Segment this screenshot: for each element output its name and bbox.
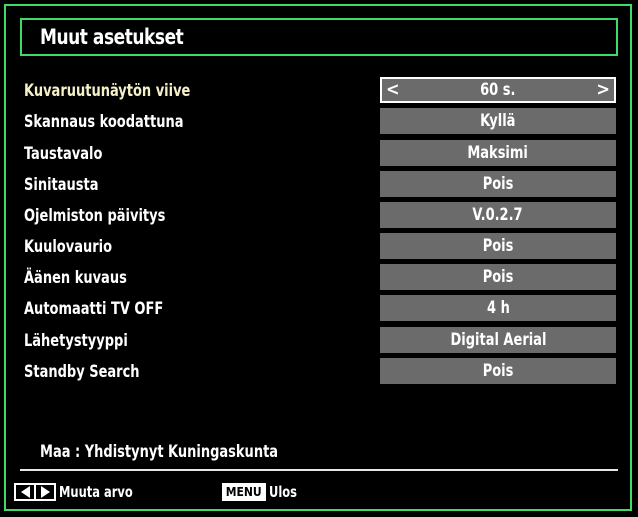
setting-label: Skannaus koodattuna	[24, 112, 184, 132]
setting-value-text: Digital Aerial	[450, 330, 546, 350]
setting-label: Kuvaruutunäytön viive	[24, 81, 191, 101]
setting-value-text: V.0.2.7	[472, 205, 524, 225]
setting-value[interactable]: Pois	[380, 358, 616, 384]
right-key-icon	[34, 483, 56, 501]
setting-value-text: 60 s.	[480, 80, 516, 100]
setting-label: Automaatti TV OFF	[24, 299, 164, 319]
setting-label: Sinitausta	[24, 175, 99, 195]
setting-row[interactable]: Skannaus koodattuna Kyllä	[0, 108, 638, 136]
setting-label: Lähetystyyppi	[24, 331, 128, 351]
setting-label: Äänen kuvaus	[24, 268, 127, 288]
setting-value-text: Pois	[482, 267, 514, 287]
setting-value[interactable]: Digital Aerial	[380, 327, 616, 353]
setting-value-text: 4 h	[486, 298, 510, 318]
setting-value[interactable]: Pois	[380, 171, 616, 197]
chevron-right-icon[interactable]: >	[596, 79, 610, 101]
change-value-hint: Muuta arvo	[59, 483, 133, 501]
left-key-icon	[14, 483, 36, 501]
setting-value-text: Maksimi	[467, 143, 529, 163]
exit-hint: Ulos	[268, 483, 297, 501]
setting-row[interactable]: Standby Search Pois	[0, 358, 638, 386]
setting-value-text: Pois	[482, 174, 514, 194]
setting-row[interactable]: Äänen kuvaus Pois	[0, 264, 638, 292]
setting-value[interactable]: Kyllä	[380, 108, 616, 134]
setting-label: Standby Search	[24, 362, 140, 382]
setting-value[interactable]: Pois	[380, 264, 616, 290]
setting-value-text: Kyllä	[480, 111, 516, 131]
setting-row[interactable]: Sinitausta Pois	[0, 171, 638, 199]
setting-label: Taustavalo	[24, 144, 103, 164]
setting-label: Kuulovaurio	[24, 237, 113, 257]
setting-row[interactable]: Taustavalo Maksimi	[0, 140, 638, 168]
setting-row[interactable]: Ojelmiston päivitys V.0.2.7	[0, 202, 638, 230]
setting-row[interactable]: Automaatti TV OFF 4 h	[0, 295, 638, 323]
setting-value[interactable]: V.0.2.7	[380, 202, 616, 228]
setting-label: Ojelmiston päivitys	[24, 206, 166, 226]
setting-row[interactable]: Lähetystyyppi Digital Aerial	[0, 327, 638, 355]
setting-value-text: Pois	[482, 361, 514, 381]
setting-row[interactable]: Kuvaruutunäytön viive < >60 s.	[0, 77, 638, 105]
title-bar: Muut asetukset	[20, 18, 618, 56]
setting-value[interactable]: 4 h	[380, 295, 616, 321]
setting-value[interactable]: < >60 s.	[380, 77, 616, 103]
divider	[20, 469, 618, 471]
setting-value[interactable]: Pois	[380, 233, 616, 259]
setting-value-text: Pois	[482, 236, 514, 256]
setting-value[interactable]: Maksimi	[380, 140, 616, 166]
footer-hints: Muuta arvo MENU Ulos	[14, 482, 302, 502]
country-info: Maa : Yhdistynyt Kuningaskunta	[40, 442, 279, 462]
setting-row[interactable]: Kuulovaurio Pois	[0, 233, 638, 261]
page-title: Muut asetukset	[40, 25, 184, 49]
chevron-left-icon[interactable]: <	[386, 79, 400, 101]
menu-key-icon: MENU	[221, 483, 266, 501]
